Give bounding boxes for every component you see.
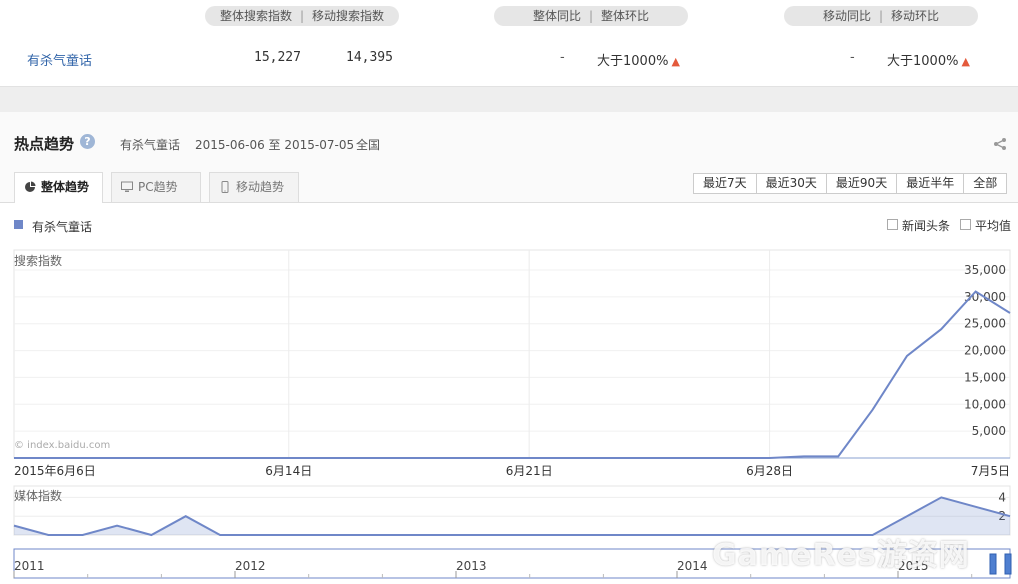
range-30-days[interactable]: 最近30天: [755, 174, 826, 193]
summary-header-mobile: 移动同比 | 移动环比: [784, 6, 978, 26]
legend-label[interactable]: 有杀气童话: [32, 218, 92, 235]
mobile-phone-icon: [221, 181, 229, 193]
mobile-search-index: 14,395: [346, 50, 393, 65]
range-all[interactable]: 全部: [963, 174, 1007, 193]
news-checkbox-label[interactable]: 新闻头条: [902, 217, 950, 234]
watermark-logo: GameRes游资网: [712, 538, 970, 573]
keyword-link[interactable]: 有杀气童话: [27, 50, 92, 69]
section-divider: [0, 86, 1018, 112]
tab-mobile-trend[interactable]: 移动趋势: [209, 172, 299, 202]
tab-divider: [0, 202, 1018, 203]
summary-header-overall: 整体同比 | 整体环比: [494, 6, 688, 26]
share-icon[interactable]: [993, 137, 1007, 151]
up-arrow-icon: ▲: [961, 55, 970, 68]
trend-title: 热点趋势: [14, 135, 75, 153]
news-checkbox[interactable]: [887, 219, 898, 230]
range-selector: 最近7天 最近30天 最近90天 最近半年 全部: [693, 173, 1008, 194]
average-checkbox[interactable]: [960, 219, 971, 230]
range-90-days[interactable]: 最近90天: [825, 174, 897, 193]
overall-mom: 大于1000% ▲: [597, 54, 680, 69]
monitor-icon: [121, 181, 133, 192]
chart-area: [0, 203, 1018, 584]
range-7-days[interactable]: 最近7天: [694, 174, 756, 193]
trend-keyword: 有杀气童话: [120, 138, 181, 152]
mobile-yoy: -: [850, 50, 855, 65]
overall-search-index: 15,227: [254, 50, 301, 65]
overall-yoy: -: [560, 50, 565, 65]
summary-header-search: 整体搜索指数 | 移动搜索指数: [205, 6, 399, 26]
mobile-mom: 大于1000% ▲: [887, 54, 970, 69]
legend-swatch: [14, 220, 23, 229]
pie-chart-icon: [25, 181, 36, 192]
tab-overall-trend[interactable]: 整体趋势: [14, 172, 103, 203]
range-half-year[interactable]: 最近半年: [896, 174, 964, 193]
average-checkbox-label[interactable]: 平均值: [975, 217, 1011, 234]
help-icon[interactable]: ?: [80, 134, 95, 149]
tab-pc-trend[interactable]: PC趋势: [111, 172, 201, 202]
trend-region: 全国: [356, 138, 381, 152]
up-arrow-icon: ▲: [671, 55, 680, 68]
trend-date-range: 2015-06-06 至 2015-07-05: [195, 138, 355, 152]
